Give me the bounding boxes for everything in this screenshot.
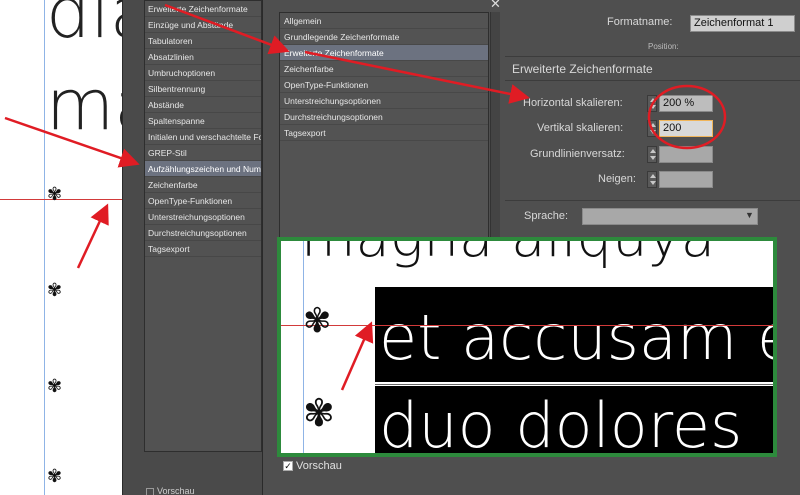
baseline-guide (0, 199, 128, 200)
category-item[interactable]: Durchstreichungsoptionen (145, 225, 261, 241)
document-text-line: ma (46, 64, 128, 146)
horizontal-scale-input[interactable]: 200 % (659, 95, 713, 112)
preview-text-line: et accusam e (379, 301, 777, 374)
paragraph-style-category-list[interactable]: Erweiterte Zeichenformate Einzüge und Ab… (144, 0, 262, 452)
category-item[interactable]: Zeichenfarbe (145, 177, 261, 193)
preview-text-top: magna aliquya (301, 237, 716, 270)
category-item[interactable]: Silbentrennung (145, 81, 261, 97)
category-item[interactable]: Tabulatoren (145, 33, 261, 49)
category-item[interactable]: Umbruchoptionen (145, 65, 261, 81)
baseline-guide (281, 325, 773, 326)
character-style-category-list[interactable]: Allgemein Grundlegende Zeichenformate Er… (279, 12, 489, 240)
preview-text-line: duo dolores (379, 389, 743, 457)
close-icon[interactable]: ✕ (490, 0, 501, 12)
baseline-shift-stepper[interactable] (647, 146, 657, 163)
category-item[interactable]: Allgemein (280, 13, 488, 29)
category-item[interactable]: Erweiterte Zeichenformate (145, 1, 261, 17)
category-item[interactable]: Zeichenfarbe (280, 61, 488, 77)
document-page-left: dia ma ✾ ✾ ✾ ✾ (0, 0, 128, 495)
category-item[interactable]: Abstände (145, 97, 261, 113)
butterfly-bullet-icon: ✾ (303, 301, 332, 341)
vertical-scale-label: Vertikal skalieren: (537, 122, 624, 134)
category-item[interactable]: Initialen und verschachtelte Formate (145, 129, 261, 145)
list-scrollbar[interactable] (490, 12, 500, 240)
formatname-label: Formatname: (607, 16, 673, 28)
checkmark-icon[interactable]: ✓ (283, 461, 293, 472)
butterfly-bullet-icon: ✾ (47, 280, 63, 301)
document-text-line: dia (46, 0, 128, 54)
category-item-bullets-selected[interactable]: Aufzählungszeichen und Nummerierung (145, 161, 261, 177)
preview-checkbox-back[interactable]: Vorschau (146, 486, 195, 495)
baseline-shift-input[interactable] (659, 146, 713, 163)
category-item[interactable]: Tagsexport (280, 125, 488, 141)
category-item[interactable]: Unterstreichungsoptionen (280, 93, 488, 109)
category-item[interactable]: Unterstreichungsoptionen (145, 209, 261, 225)
vertical-scale-input[interactable]: 200 (659, 120, 713, 137)
preview-checkbox[interactable]: ✓ Vorschau (283, 460, 342, 472)
position-label: Position: (648, 42, 679, 51)
language-label: Sprache: (524, 210, 569, 222)
skew-label: Neigen: (598, 173, 636, 185)
horizontal-scale-stepper[interactable] (647, 95, 657, 112)
category-item[interactable]: OpenType-Funktionen (280, 77, 488, 93)
margin-guide-vertical (44, 0, 45, 495)
butterfly-bullet-icon: ✾ (47, 466, 63, 487)
skew-input[interactable] (659, 171, 713, 188)
formatname-input[interactable]: Zeichenformat 1 (690, 15, 795, 32)
butterfly-bullet-icon: ✾ (47, 376, 63, 397)
category-item[interactable]: Tagsexport (145, 241, 261, 257)
category-item[interactable]: Einzüge und Abstände (145, 17, 261, 33)
line-separator (375, 384, 773, 385)
checkbox-icon[interactable] (146, 487, 154, 495)
section-title: Erweiterte Zeichenformate (512, 62, 653, 76)
preview-label: Vorschau (296, 460, 342, 472)
divider (505, 200, 800, 201)
language-select[interactable] (582, 208, 758, 225)
category-item[interactable]: Durchstreichungsoptionen (280, 109, 488, 125)
preview-label: Vorschau (157, 486, 195, 495)
butterfly-bullet-icon: ✾ (303, 391, 335, 435)
chevron-down-icon[interactable]: ▼ (745, 210, 754, 220)
butterfly-bullet-icon: ✾ (47, 184, 63, 205)
divider (505, 56, 800, 57)
divider (505, 80, 800, 81)
category-item[interactable]: Absatzlinien (145, 49, 261, 65)
horizontal-scale-label: Horizontal skalieren: (523, 97, 623, 109)
category-item-advanced-selected[interactable]: Erweiterte Zeichenformate (280, 45, 488, 61)
zoomed-preview: magna aliquya et accusam e duo dolores ✾… (277, 237, 777, 457)
category-item[interactable]: GREP-Stil (145, 145, 261, 161)
category-item[interactable]: OpenType-Funktionen (145, 193, 261, 209)
skew-stepper[interactable] (647, 171, 657, 188)
category-item[interactable]: Spaltenspanne (145, 113, 261, 129)
vertical-scale-stepper[interactable] (647, 120, 657, 137)
baseline-shift-label: Grundlinienversatz: (530, 148, 625, 160)
category-item[interactable]: Grundlegende Zeichenformate (280, 29, 488, 45)
